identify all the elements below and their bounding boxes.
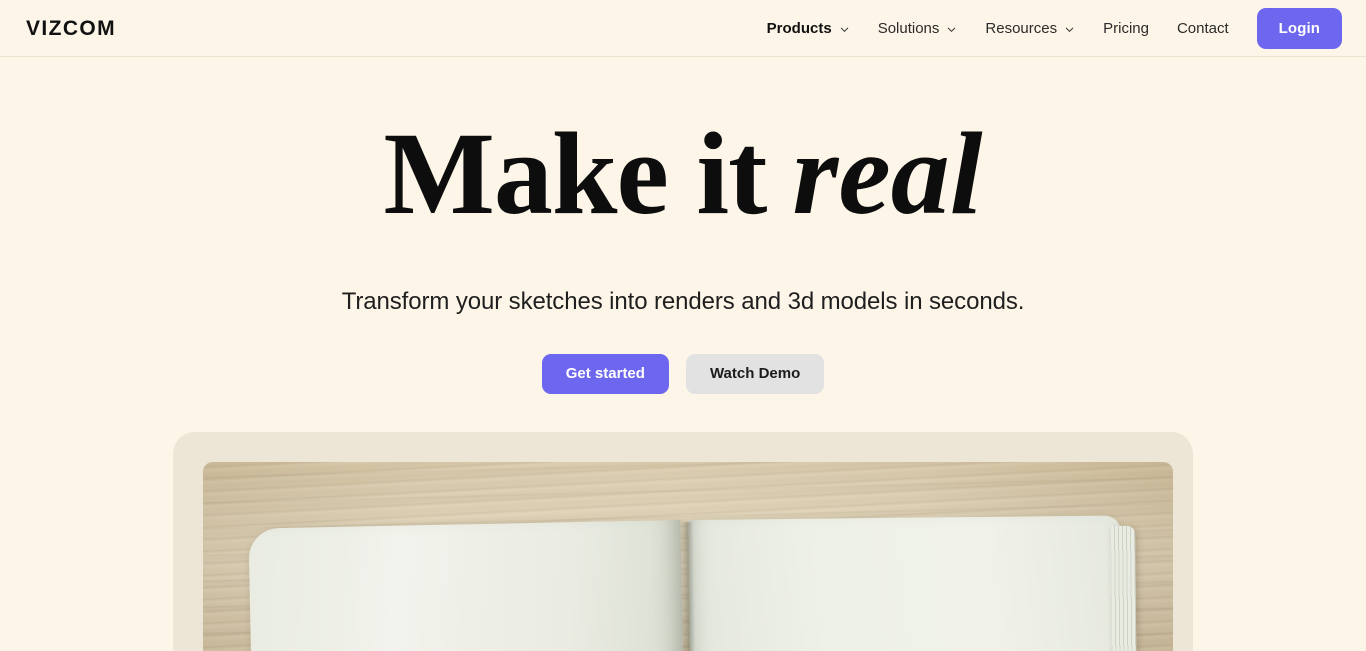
logo-vizcom[interactable]: VIZCOM — [26, 18, 116, 39]
hero-media-panel — [173, 432, 1193, 651]
hero-subheadline: Transform your sketches into renders and… — [341, 288, 1025, 315]
sketchbook-page-right — [688, 515, 1123, 651]
chevron-down-icon — [1064, 24, 1075, 35]
watch-demo-button[interactable]: Watch Demo — [685, 354, 825, 395]
nav-item-label: Resources — [985, 19, 1058, 37]
nav-item-label: Pricing — [1103, 19, 1149, 37]
sketchbook-page-left — [248, 520, 685, 651]
site-header: VIZCOM Products Solutions Resources Pric… — [0, 0, 1366, 57]
nav-item-label: Products — [766, 19, 832, 37]
nav-item-products[interactable]: Products — [753, 13, 864, 44]
nav-item-contact[interactable]: Contact — [1163, 13, 1243, 44]
main-navigation: Products Solutions Resources Pricing Con… — [753, 7, 1342, 49]
nav-item-label: Solutions — [877, 19, 940, 37]
chevron-down-icon — [946, 24, 957, 35]
nav-item-resources[interactable]: Resources — [971, 13, 1089, 44]
chevron-down-icon — [839, 24, 850, 35]
hero-cta-group: Get started Watch Demo — [0, 354, 1366, 395]
hero-photo — [203, 462, 1173, 651]
headline-emphasis: real — [792, 108, 983, 239]
open-sketchbook — [248, 515, 1138, 651]
sketchbook-page-stack — [1111, 525, 1138, 651]
page-title: Make it real — [0, 114, 1366, 234]
headline-text: Make it — [383, 108, 767, 239]
get-started-button[interactable]: Get started — [541, 354, 669, 395]
hero-section: Make it real Transform your sketches int… — [0, 57, 1366, 651]
nav-item-pricing[interactable]: Pricing — [1089, 13, 1163, 44]
login-button[interactable]: Login — [1256, 7, 1342, 49]
nav-item-label: Contact — [1176, 19, 1229, 37]
nav-item-solutions[interactable]: Solutions — [864, 13, 972, 44]
